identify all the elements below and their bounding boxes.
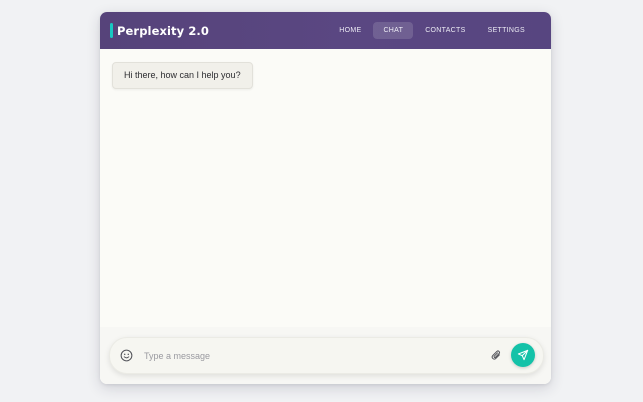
nav-item-settings[interactable]: SETTINGS [478,22,535,39]
chat-app-window: Perplexity 2.0 HOME CHAT CONTACTS SETTIN… [100,12,551,384]
paperclip-icon[interactable] [490,349,503,362]
send-button[interactable] [511,343,535,367]
composer-area [100,327,551,384]
app-title: Perplexity 2.0 [117,24,210,38]
brand-accent-bar [110,23,113,38]
paper-plane-icon [517,349,529,361]
nav-item-home[interactable]: HOME [329,22,371,39]
message-input[interactable] [144,347,474,364]
nav-item-chat[interactable]: CHAT [373,22,414,39]
app-header: Perplexity 2.0 HOME CHAT CONTACTS SETTIN… [100,12,551,49]
message-list: Hi there, how can I help you? [100,49,551,327]
smiley-face-icon[interactable] [120,349,133,362]
nav-item-contacts[interactable]: CONTACTS [415,22,475,39]
top-nav: HOME CHAT CONTACTS SETTINGS [329,22,535,39]
message-composer [109,337,544,374]
bot-message-bubble: Hi there, how can I help you? [112,62,253,89]
